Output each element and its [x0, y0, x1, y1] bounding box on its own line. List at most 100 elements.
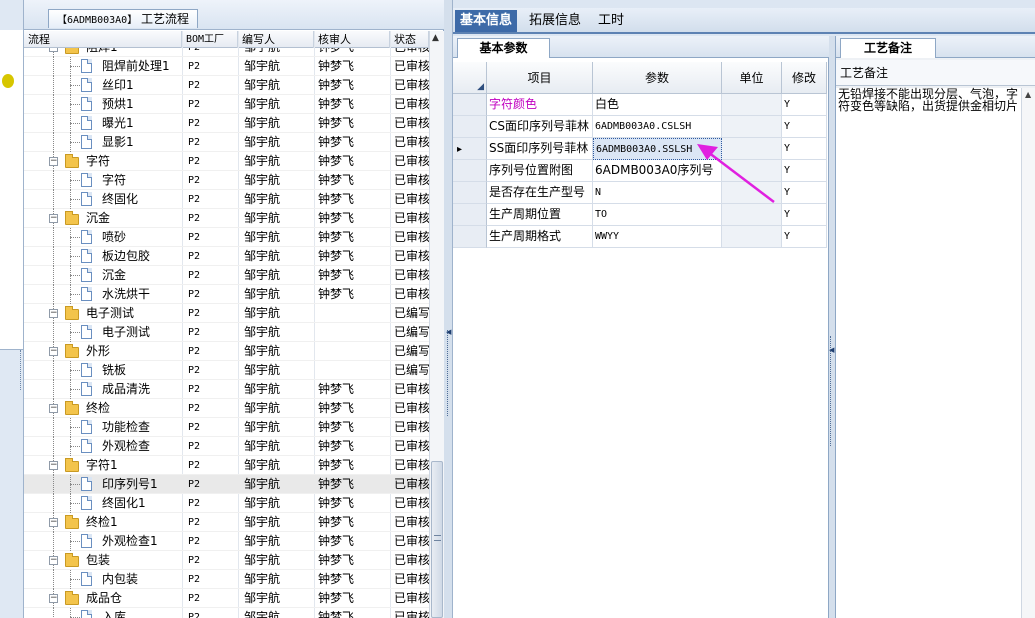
- param-unit-cell[interactable]: [722, 204, 782, 226]
- main-splitter[interactable]: ◀: [444, 0, 453, 618]
- tree-node-row[interactable]: 终固化 P2 邹宇航 钟梦飞 已审核: [24, 190, 429, 209]
- param-unit-cell[interactable]: [722, 226, 782, 248]
- collapse-icon[interactable]: −: [49, 48, 58, 52]
- param-row[interactable]: 字符颜色 白色 Y: [453, 94, 827, 116]
- row-indicator[interactable]: ▸: [453, 138, 487, 160]
- splitter-grip[interactable]: [447, 330, 450, 416]
- tree-folder-row[interactable]: − 电子测试 P2 邹宇航 已编写: [24, 304, 429, 323]
- tree-folder-row[interactable]: − 包装 P2 邹宇航 钟梦飞 已审核: [24, 551, 429, 570]
- tab-process-notes[interactable]: 工艺备注: [840, 38, 936, 58]
- tree-node-row[interactable]: 铣板 P2 邹宇航 已编写: [24, 361, 429, 380]
- param-unit-cell[interactable]: [722, 160, 782, 182]
- tree-node-row[interactable]: 板边包胶 P2 邹宇航 钟梦飞 已审核: [24, 247, 429, 266]
- tree-node-row[interactable]: 阻焊前处理1 P2 邹宇航 钟梦飞 已审核: [24, 57, 429, 76]
- param-row[interactable]: CS面印序列号菲林 6ADMB003A0.CSLSH Y: [453, 116, 827, 138]
- param-unit-cell[interactable]: [722, 182, 782, 204]
- grid-header-item[interactable]: 项目: [487, 62, 593, 94]
- tree-folder-row[interactable]: − 阻焊1 P2 邹宇航钟梦飞已审核: [24, 48, 429, 57]
- param-value-cell[interactable]: N: [593, 182, 722, 204]
- tree-node-row[interactable]: 沉金 P2 邹宇航 钟梦飞 已审核: [24, 266, 429, 285]
- col-header-writer[interactable]: 编写人: [238, 31, 314, 48]
- tab-extended-info[interactable]: 拓展信息: [524, 10, 586, 32]
- tab-work-hours[interactable]: 工时: [593, 10, 629, 32]
- tree-node-row[interactable]: 入库 P2 邹宇航 钟梦飞 已审核: [24, 608, 429, 618]
- row-indicator[interactable]: [453, 182, 487, 204]
- param-row[interactable]: ▸ SS面印序列号菲林 6ADMB003A0.SSLSH Y: [453, 138, 827, 160]
- tree-node-row[interactable]: 内包装 P2 邹宇航 钟梦飞 已审核: [24, 570, 429, 589]
- tree-node-row[interactable]: 预烘1 P2 邹宇航 钟梦飞 已审核: [24, 95, 429, 114]
- tree-node-row[interactable]: 终固化1 P2 邹宇航 钟梦飞 已审核: [24, 494, 429, 513]
- param-value-cell[interactable]: 6ADMB003A0.CSLSH: [593, 116, 722, 138]
- tree-node-row[interactable]: 外观检查1 P2 邹宇航 钟梦飞 已审核: [24, 532, 429, 551]
- param-modify-cell[interactable]: Y: [782, 182, 827, 204]
- param-modify-cell[interactable]: Y: [782, 204, 827, 226]
- tree-folder-row[interactable]: − 成品仓 P2 邹宇航 钟梦飞 已审核: [24, 589, 429, 608]
- tree-node-row[interactable]: 成品清洗 P2 邹宇航 钟梦飞 已审核: [24, 380, 429, 399]
- scroll-up-icon[interactable]: ▲: [432, 33, 439, 43]
- collapse-icon[interactable]: −: [49, 461, 58, 470]
- tree-node-row[interactable]: 印序列号1 P2 邹宇航 钟梦飞 已审核: [24, 475, 429, 494]
- collapse-icon[interactable]: −: [49, 594, 58, 603]
- param-row[interactable]: 是否存在生产型号 N Y: [453, 182, 827, 204]
- grid-header-param[interactable]: 参数: [593, 62, 722, 94]
- tree-folder-row[interactable]: − 终检1 P2 邹宇航 钟梦飞 已审核: [24, 513, 429, 532]
- tree-folder-row[interactable]: − 沉金 P2 邹宇航 钟梦飞 已审核: [24, 209, 429, 228]
- col-header-process[interactable]: 流程: [24, 31, 182, 48]
- collapse-icon[interactable]: −: [49, 404, 58, 413]
- notes-scrollbar[interactable]: ▲: [1022, 88, 1035, 618]
- collapse-icon[interactable]: −: [49, 157, 58, 166]
- param-modify-cell[interactable]: Y: [782, 94, 827, 116]
- param-value-cell[interactable]: 6ADMB003A0.SSLSH: [593, 138, 722, 160]
- tree-node-row[interactable]: 丝印1 P2 邹宇航 钟梦飞 已审核: [24, 76, 429, 95]
- collapse-icon[interactable]: −: [49, 347, 58, 356]
- param-modify-cell[interactable]: Y: [782, 160, 827, 182]
- tree-scrollbar[interactable]: ▲: [429, 31, 444, 618]
- param-row[interactable]: 生产周期位置 TO Y: [453, 204, 827, 226]
- col-header-status[interactable]: 状态: [390, 31, 429, 48]
- collapse-icon[interactable]: −: [49, 518, 58, 527]
- tree-node-row[interactable]: 水洗烘干 P2 邹宇航 钟梦飞 已审核: [24, 285, 429, 304]
- param-value-cell[interactable]: 6ADMB003A0序列号: [593, 160, 722, 182]
- param-modify-cell[interactable]: Y: [782, 138, 827, 160]
- param-value-cell[interactable]: 白色: [593, 94, 722, 116]
- row-indicator[interactable]: [453, 116, 487, 138]
- left-splitter-grip[interactable]: [20, 350, 23, 390]
- row-indicator[interactable]: [453, 226, 487, 248]
- param-modify-cell[interactable]: Y: [782, 226, 827, 248]
- param-value-cell[interactable]: TO: [593, 204, 722, 226]
- row-indicator[interactable]: [453, 160, 487, 182]
- tree-folder-row[interactable]: − 终检 P2 邹宇航 钟梦飞 已审核: [24, 399, 429, 418]
- tree-folder-row[interactable]: − 字符1 P2 邹宇航 钟梦飞 已审核: [24, 456, 429, 475]
- tree-folder-row[interactable]: − 外形 P2 邹宇航 已编写: [24, 342, 429, 361]
- tree-node-row[interactable]: 功能检查 P2 邹宇航 钟梦飞 已审核: [24, 418, 429, 437]
- col-header-bom[interactable]: BOM工厂: [182, 31, 238, 48]
- param-unit-cell[interactable]: [722, 94, 782, 116]
- tree-node-row[interactable]: 显影1 P2 邹宇航 钟梦飞 已审核: [24, 133, 429, 152]
- param-row[interactable]: 序列号位置附图 6ADMB003A0序列号 Y: [453, 160, 827, 182]
- col-header-auditor[interactable]: 核审人: [314, 31, 390, 48]
- notes-textarea[interactable]: 无铅焊接不能出现分层、气泡，字符变色等缺陷，出货提供金相切片: [836, 88, 1022, 618]
- param-unit-cell[interactable]: [722, 138, 782, 160]
- tree-node-row[interactable]: 电子测试 P2 邹宇航 已编写: [24, 323, 429, 342]
- tab-basic-info[interactable]: 基本信息: [455, 10, 518, 32]
- row-indicator[interactable]: [453, 204, 487, 226]
- tree-node-row[interactable]: 字符 P2 邹宇航 钟梦飞 已审核: [24, 171, 429, 190]
- tree-panel-tab[interactable]: 【6ADMB003A0】 工艺流程: [48, 9, 199, 28]
- tree-node-row[interactable]: 曝光1 P2 邹宇航 钟梦飞 已审核: [24, 114, 429, 133]
- scroll-thumb[interactable]: [431, 461, 443, 618]
- right-splitter-grip[interactable]: [830, 336, 833, 446]
- param-value-cell[interactable]: WWYY: [593, 226, 722, 248]
- collapse-icon[interactable]: −: [49, 556, 58, 565]
- tree-folder-row[interactable]: − 字符 P2 邹宇航 钟梦飞 已审核: [24, 152, 429, 171]
- tab-basic-params[interactable]: 基本参数: [457, 38, 550, 58]
- collapse-icon[interactable]: −: [49, 309, 58, 318]
- tree-node-row[interactable]: 外观检查 P2 邹宇航 钟梦飞 已审核: [24, 437, 429, 456]
- param-unit-cell[interactable]: [722, 116, 782, 138]
- tree-node-row[interactable]: 喷砂 P2 邹宇航 钟梦飞 已审核: [24, 228, 429, 247]
- collapse-icon[interactable]: −: [49, 214, 58, 223]
- scroll-up-icon[interactable]: ▲: [1025, 90, 1031, 99]
- row-indicator[interactable]: [453, 94, 487, 116]
- grid-header-modify[interactable]: 修改: [782, 62, 827, 94]
- param-modify-cell[interactable]: Y: [782, 116, 827, 138]
- grid-header-unit[interactable]: 单位: [722, 62, 782, 94]
